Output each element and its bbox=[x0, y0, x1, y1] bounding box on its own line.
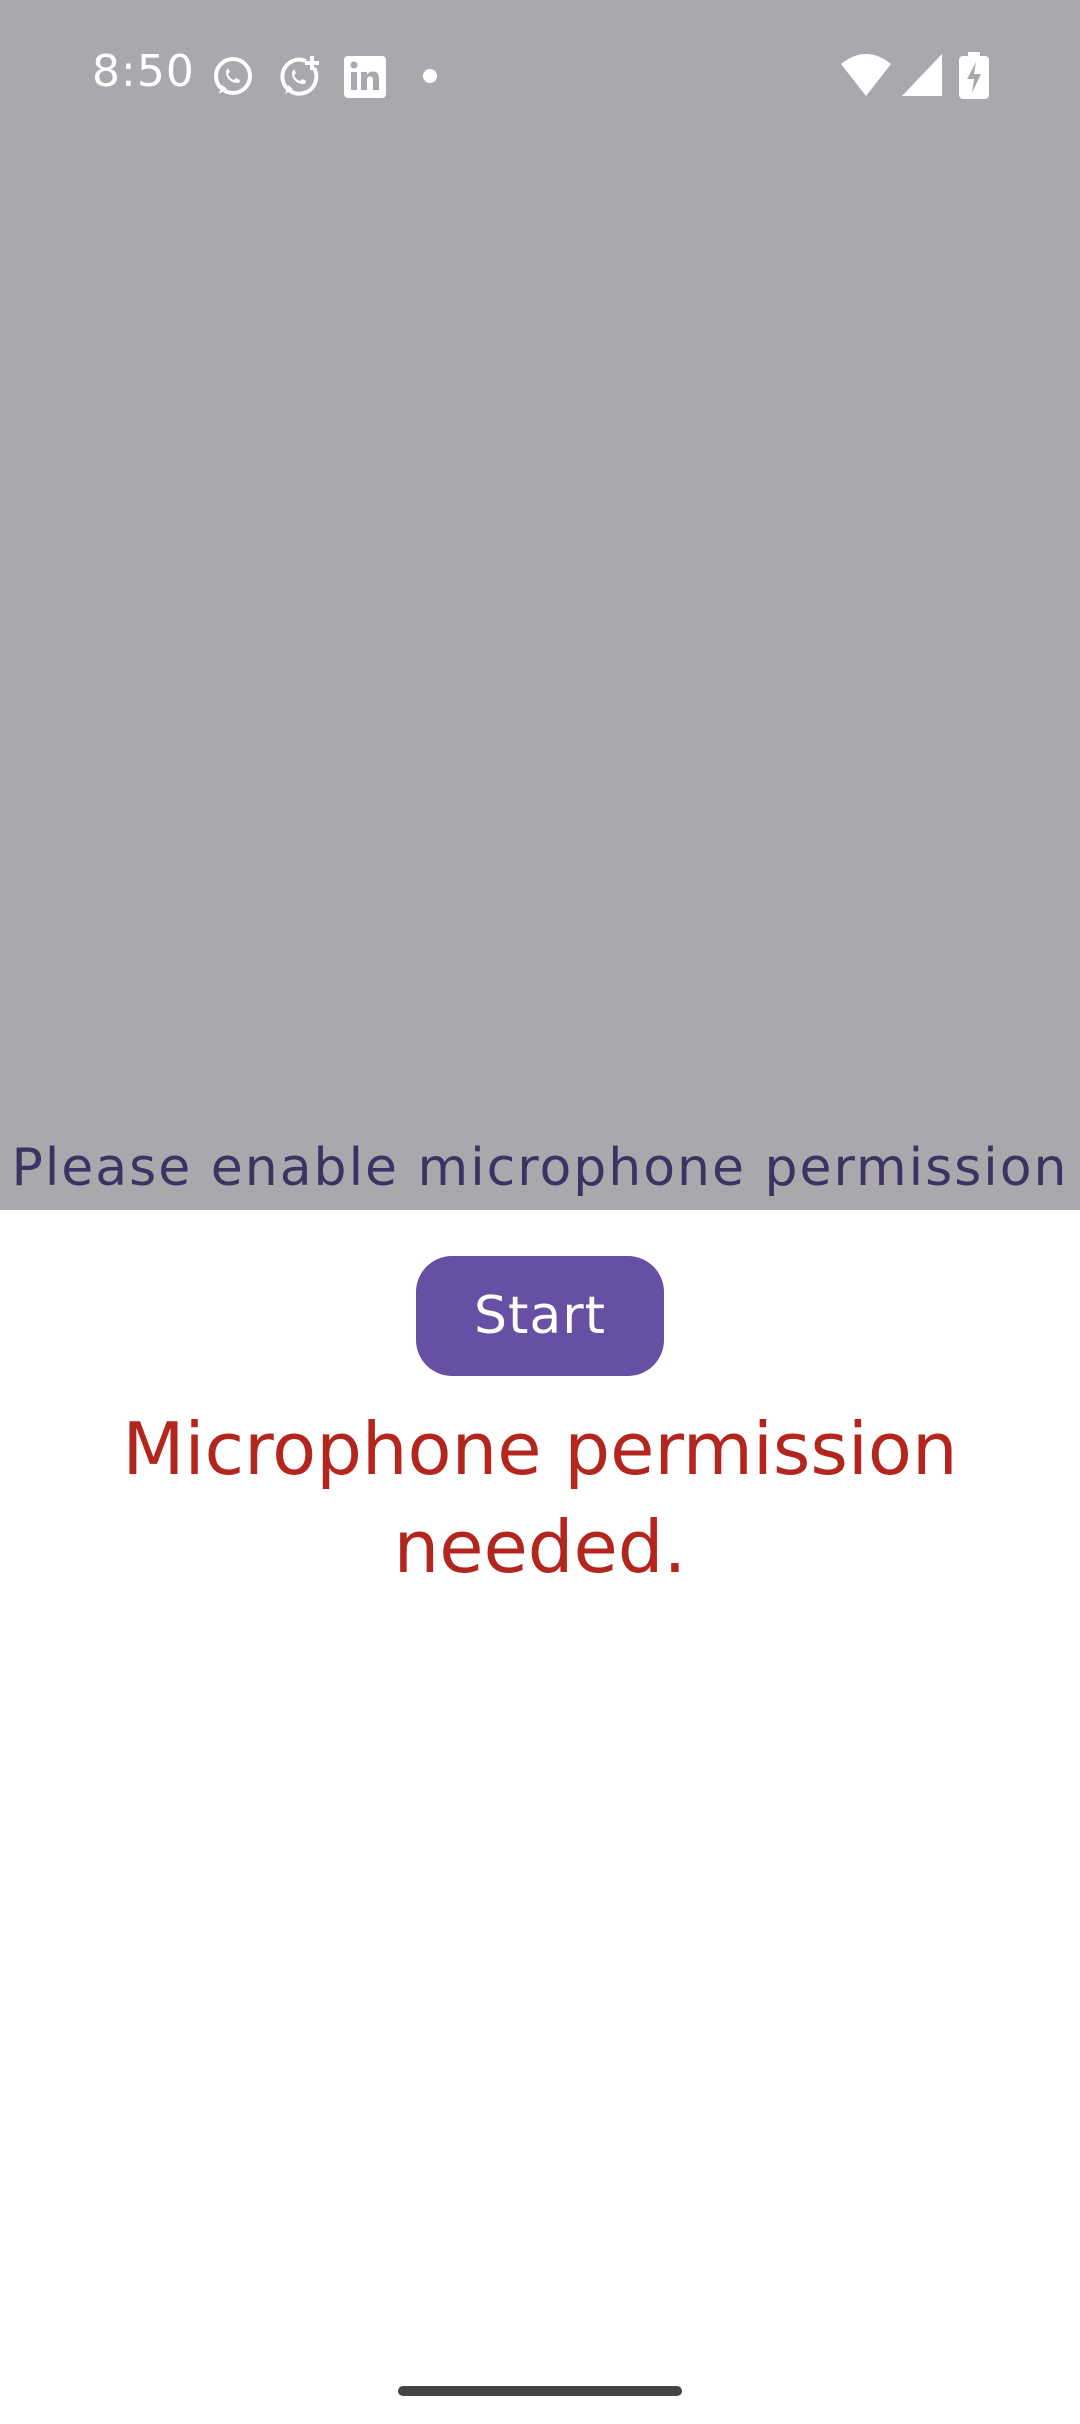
permission-hint-text: Please enable microphone permission bbox=[11, 1138, 1069, 1198]
start-button[interactable]: Start bbox=[416, 1256, 664, 1376]
camera-preview-area bbox=[0, 0, 1080, 1210]
status-time: 8:50 bbox=[92, 46, 195, 97]
whatsapp-business-icon bbox=[276, 54, 322, 100]
battery-charging-icon bbox=[958, 52, 990, 105]
home-indicator[interactable] bbox=[398, 2386, 682, 2396]
wifi-icon bbox=[840, 52, 892, 103]
linkedin-icon bbox=[342, 54, 388, 100]
more-dot-icon bbox=[418, 64, 442, 88]
status-bar: 8:50 bbox=[0, 0, 1080, 155]
cellular-signal-icon bbox=[900, 52, 944, 103]
whatsapp-icon bbox=[210, 54, 256, 100]
microphone-error-message: Microphone permission needed. bbox=[122, 1407, 958, 1589]
